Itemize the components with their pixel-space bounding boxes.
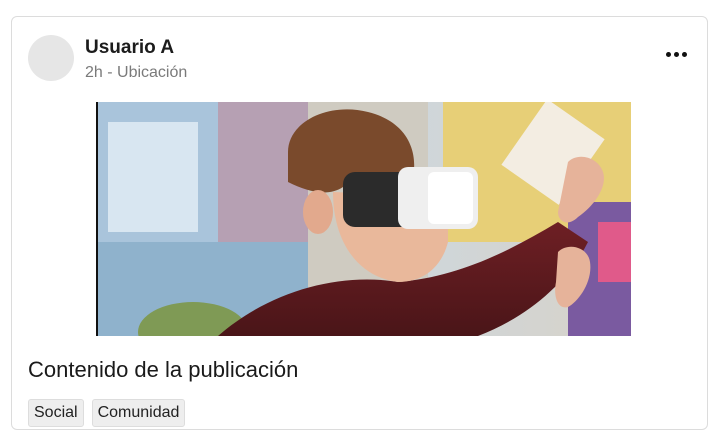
post-image[interactable] (96, 102, 631, 336)
tag-social[interactable]: Social (28, 399, 84, 427)
post-content: Contenido de la publicación (28, 357, 299, 382)
post-tags: Social Comunidad (28, 399, 186, 427)
more-horizontal-icon (665, 51, 671, 57)
tag-comunidad[interactable]: Comunidad (91, 399, 186, 427)
more-options-button[interactable] (661, 43, 691, 65)
username[interactable]: Usuario A (85, 37, 174, 59)
more-horizontal-icon-dot (681, 51, 687, 57)
post-card: Usuario A 2h - Ubicación Contenido de la… (11, 16, 708, 430)
more-horizontal-icon-dot (673, 51, 679, 57)
vr-photo (98, 102, 631, 336)
avatar[interactable] (28, 35, 74, 81)
post-meta: 2h - Ubicación (85, 64, 188, 81)
